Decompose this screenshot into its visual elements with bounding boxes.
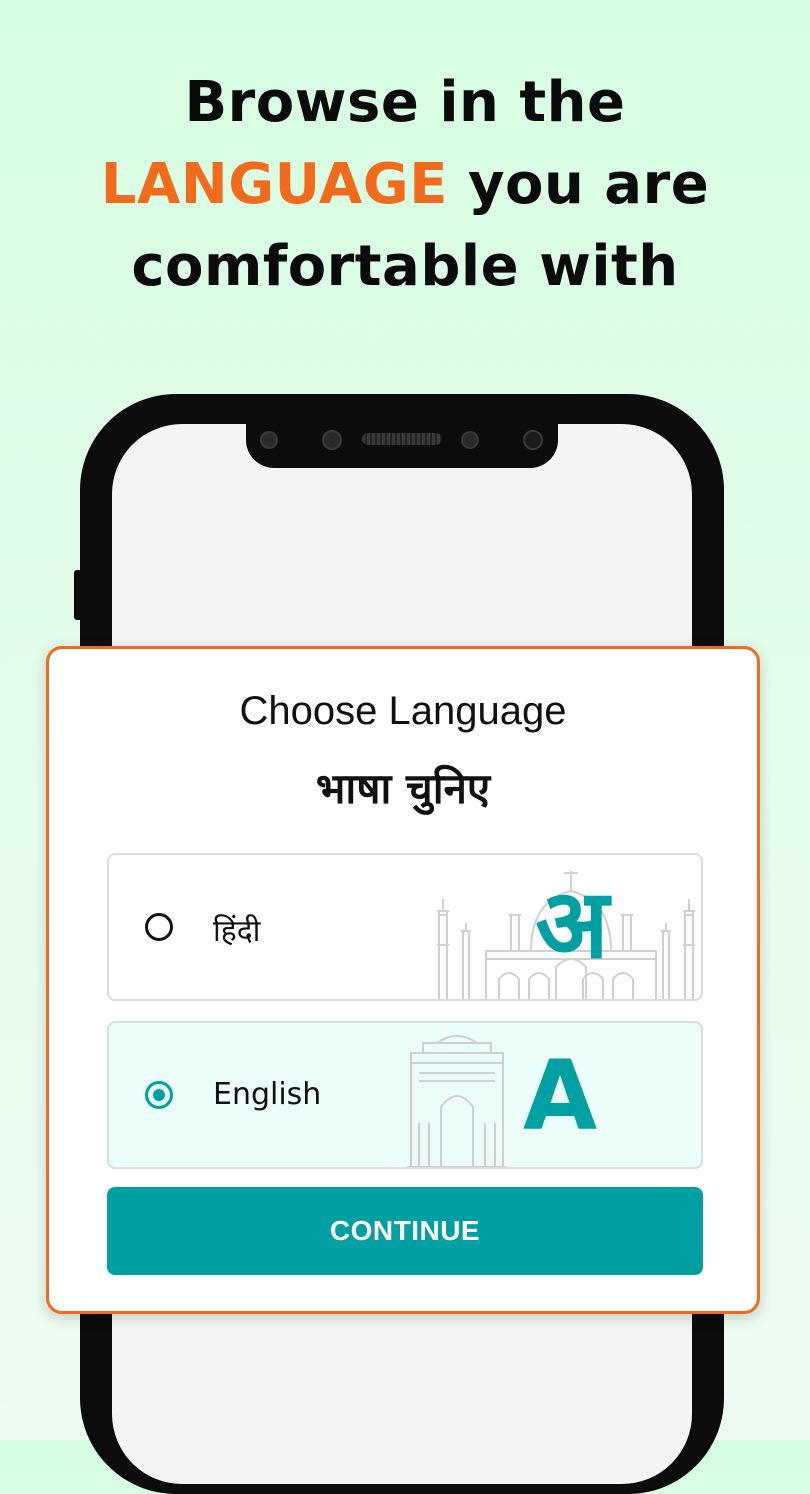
radio-button-english[interactable] [145, 1081, 173, 1109]
front-lens-icon [523, 430, 543, 450]
headline-line-3: comfortable with [131, 234, 679, 299]
continue-button[interactable]: CONTINUE [107, 1187, 703, 1275]
radio-button-hindi[interactable] [145, 913, 173, 941]
dialog-subtitle-hindi: भाषा चुनिए [315, 764, 491, 813]
language-option-hindi[interactable]: हिंदी अ [107, 853, 703, 1001]
hindi-glyph: अ [535, 868, 609, 980]
language-option-english[interactable]: English A [107, 1021, 703, 1169]
front-sensor-icon [260, 431, 278, 449]
earpiece-speaker-icon [362, 433, 442, 445]
choose-language-dialog: Choose Language भाषा चुनिए हिंदी अ Engli… [46, 646, 760, 1314]
headline-line-1: Browse in the [184, 70, 626, 135]
front-camera-icon [322, 430, 342, 450]
promo-headline: Browse in the LANGUAGE you are comfortab… [0, 62, 810, 308]
dialog-title: Choose Language [239, 689, 567, 733]
headline-accent-word: LANGUAGE [100, 152, 448, 217]
english-glyph: A [522, 1040, 598, 1152]
front-sensor-icon [461, 431, 479, 449]
headline-line-2: you are [447, 152, 710, 217]
language-label-hindi: हिंदी [213, 914, 261, 949]
language-label-english: English [213, 1077, 322, 1112]
